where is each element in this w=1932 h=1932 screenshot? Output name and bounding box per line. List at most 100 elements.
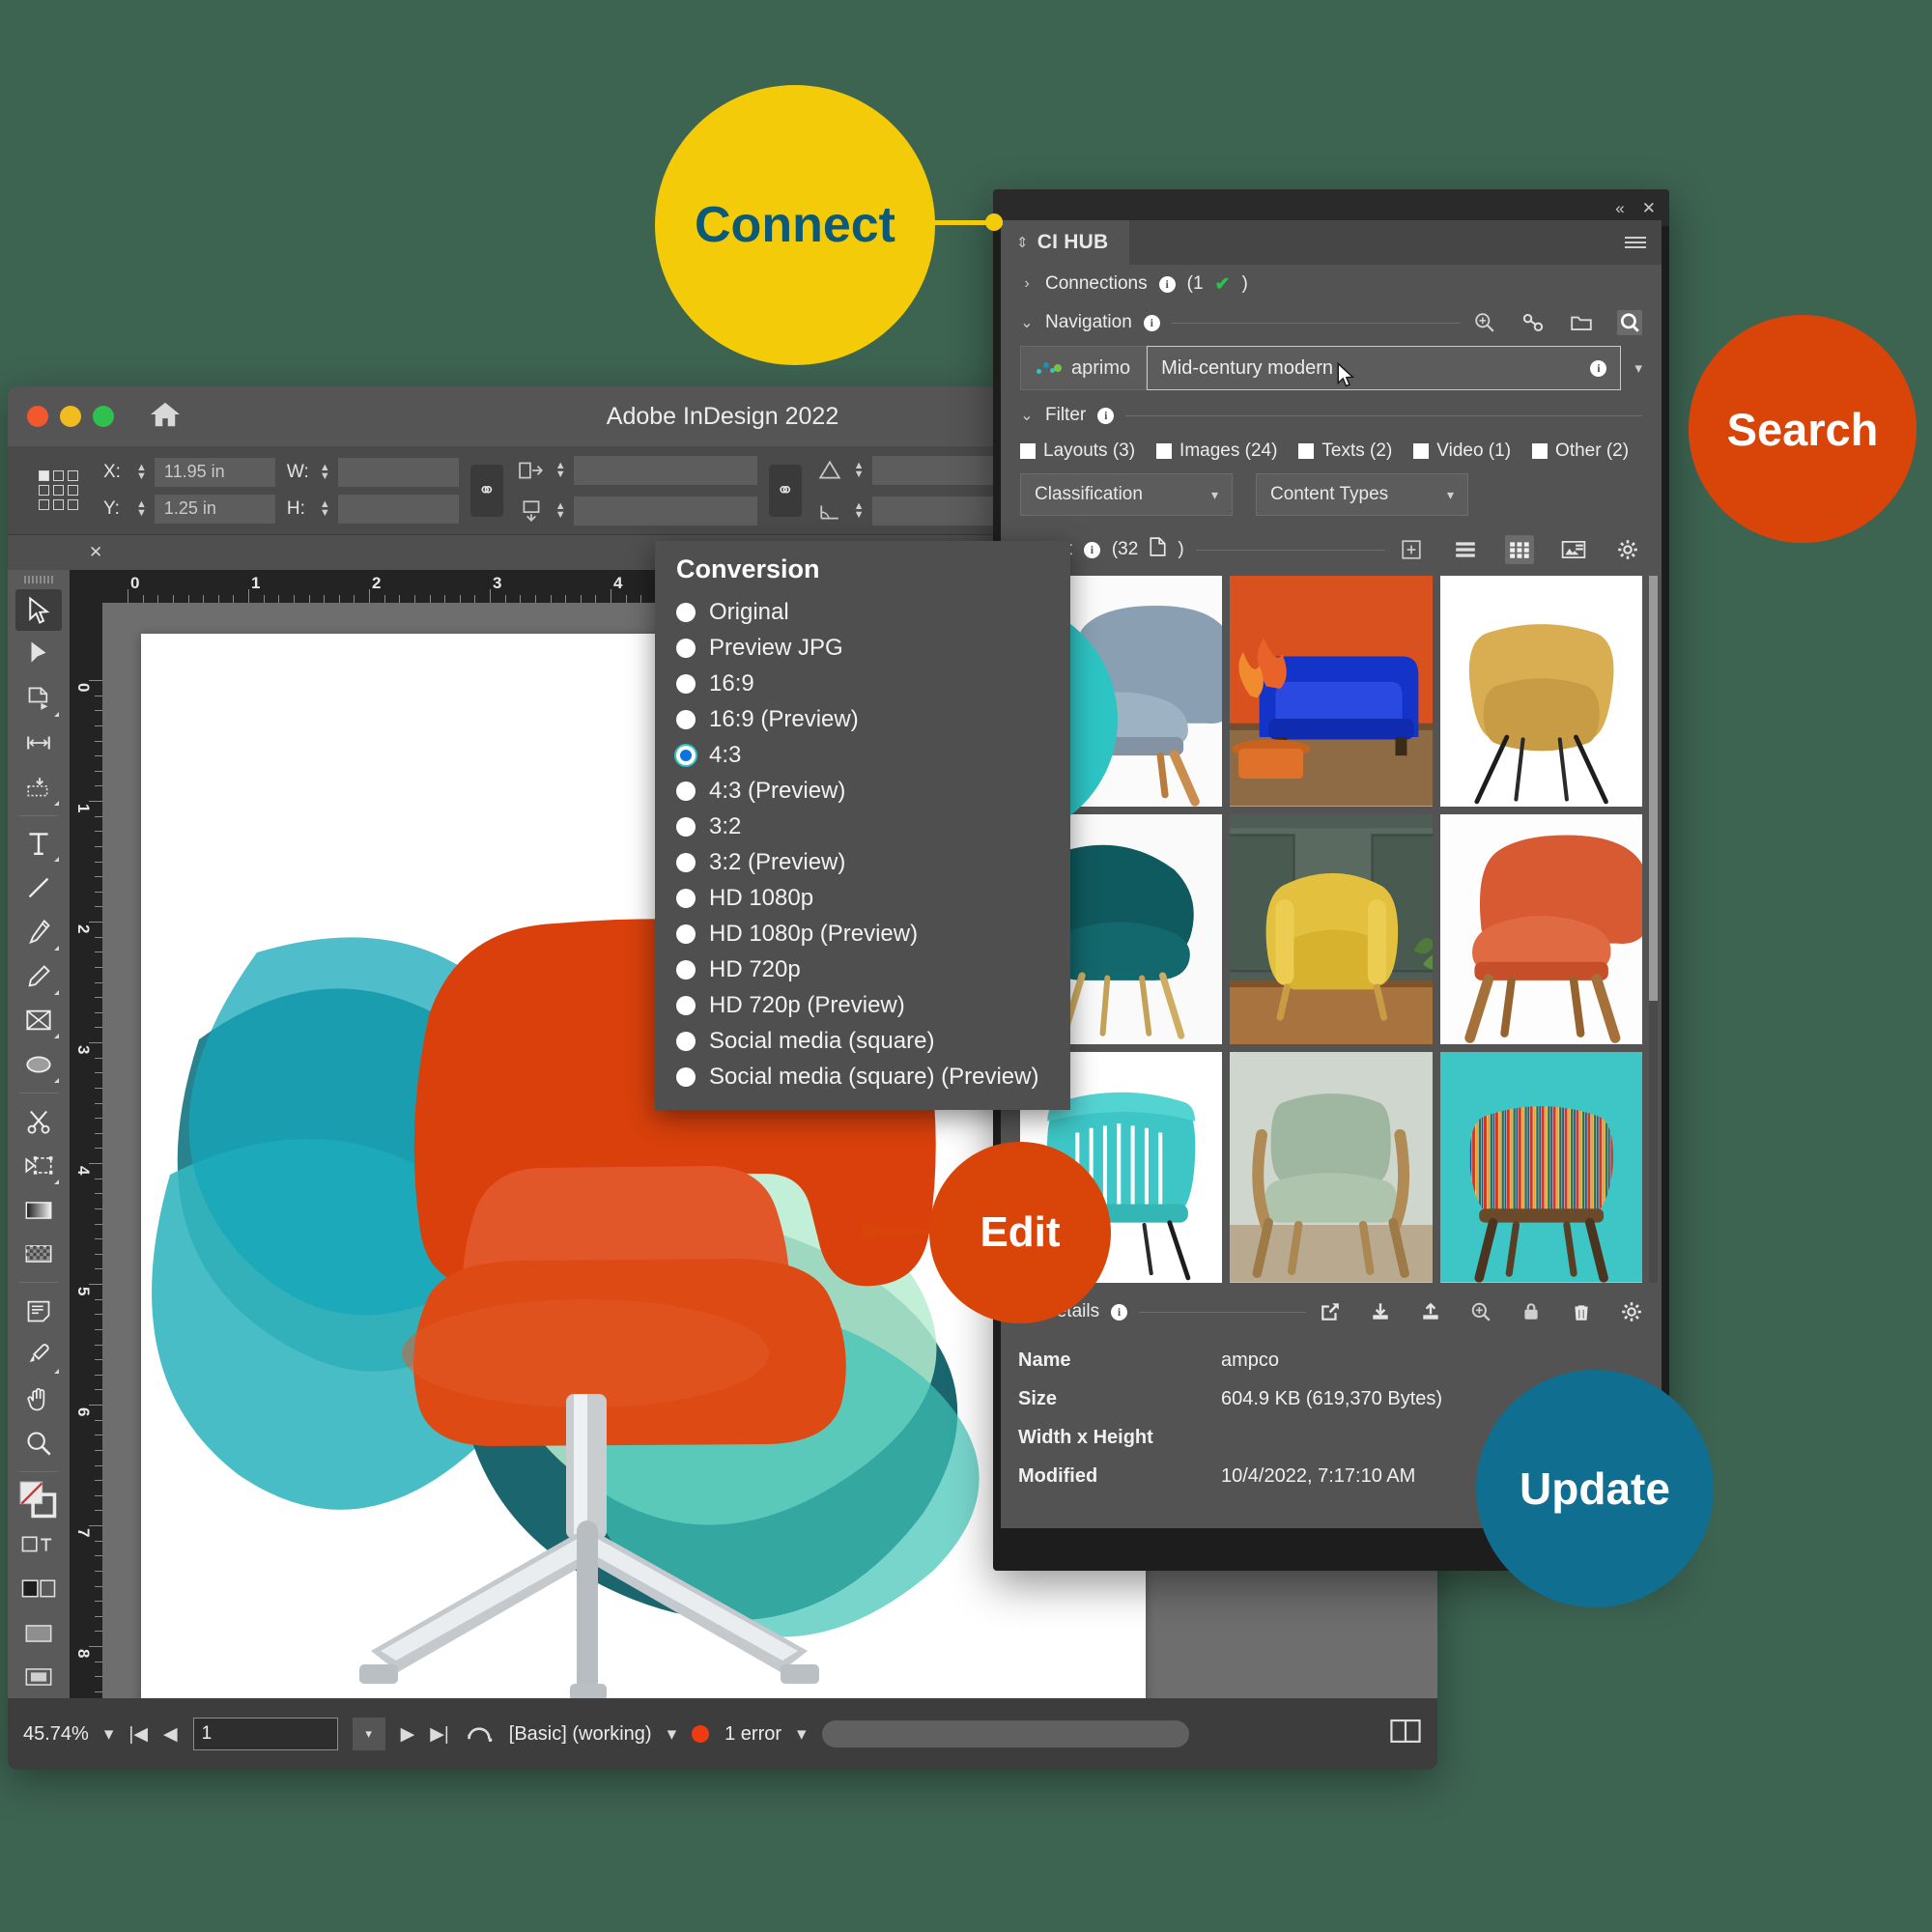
filter-checkbox-layouts[interactable]: Layouts (3)	[1020, 440, 1135, 462]
minimize-button[interactable]	[60, 406, 81, 427]
rectangle-frame-tool[interactable]	[15, 1000, 62, 1042]
x-stepper[interactable]: ▲ ▼	[136, 462, 147, 481]
scrollbar-thumb[interactable]	[1649, 576, 1658, 1001]
list-view-icon[interactable]	[1451, 535, 1480, 564]
radio-icon[interactable]	[676, 816, 696, 837]
checkbox-icon[interactable]	[1413, 443, 1430, 459]
radio-icon[interactable]	[676, 602, 696, 622]
scale-y-input[interactable]	[573, 496, 757, 526]
h-stepper[interactable]: ▲ ▼	[320, 498, 330, 518]
pen-tool[interactable]	[15, 911, 62, 953]
checkbox-icon[interactable]	[1020, 443, 1036, 459]
tool-panel-grip[interactable]	[24, 576, 53, 583]
conversion-option-3-2-preview[interactable]: 3:2 (Preview)	[655, 844, 1070, 880]
next-page-button[interactable]: ▶	[401, 1723, 415, 1746]
screen-mode-normal[interactable]	[15, 1612, 62, 1655]
type-tool[interactable]	[15, 822, 62, 865]
conversion-option-4-3[interactable]: 4:3	[655, 737, 1070, 773]
folder-icon[interactable]	[1569, 310, 1594, 335]
checkbox-icon[interactable]	[1156, 443, 1173, 459]
error-dropdown-caret[interactable]: ▾	[797, 1723, 807, 1746]
chevron-right-icon[interactable]: ›	[1020, 275, 1034, 293]
pencil-tool[interactable]	[15, 955, 62, 998]
card-view-icon[interactable]	[1559, 535, 1588, 564]
radio-icon[interactable]	[676, 923, 696, 944]
radio-icon[interactable]	[676, 995, 696, 1015]
selection-tool[interactable]	[15, 588, 62, 632]
y-input[interactable]: 1.25 in	[154, 494, 275, 524]
radio-icon[interactable]	[676, 709, 696, 729]
conversion-option-16-9[interactable]: 16:9	[655, 666, 1070, 701]
h-input[interactable]	[337, 494, 459, 524]
page-tool[interactable]	[15, 677, 62, 720]
fit-icon[interactable]	[1397, 535, 1426, 564]
conversion-option-preview-jpg[interactable]: Preview JPG	[655, 630, 1070, 666]
scissors-tool[interactable]	[15, 1100, 62, 1143]
info-icon[interactable]: i	[1111, 1303, 1128, 1321]
hand-tool[interactable]	[15, 1378, 62, 1421]
radio-icon[interactable]	[676, 1066, 696, 1087]
section-connections[interactable]: › Connections i (1 ✔ )	[1001, 265, 1662, 303]
ellipse-tool[interactable]	[15, 1043, 62, 1086]
conversion-option-hd-1080p[interactable]: HD 1080p	[655, 880, 1070, 916]
radio-icon[interactable]	[676, 852, 696, 872]
hamburger-menu-icon[interactable]	[1625, 234, 1662, 251]
download-icon[interactable]	[1368, 1299, 1393, 1324]
content-collector-tool[interactable]	[15, 766, 62, 809]
radio-icon[interactable]	[676, 959, 696, 980]
thumbnail-yellow-armchair-interior[interactable]	[1230, 813, 1433, 1045]
vertical-ruler[interactable]: 012345678910	[70, 603, 102, 1698]
preview-mode-icon[interactable]	[15, 1656, 62, 1698]
radio-icon[interactable]	[676, 638, 696, 658]
constrain-proportions-scale-button[interactable]: ⚭	[768, 464, 802, 517]
thumbnail-mint-wooden-armchair[interactable]	[1230, 1052, 1433, 1283]
preflight-profile-caret[interactable]: ▾	[668, 1723, 677, 1746]
thumbnail-mustard-shell-chair[interactable]	[1439, 576, 1642, 807]
info-icon[interactable]: i	[1590, 359, 1607, 377]
connection-source-chip[interactable]: aprimo	[1020, 346, 1148, 390]
radio-icon[interactable]	[676, 1031, 696, 1051]
chevron-down-icon[interactable]: ▾	[1447, 487, 1454, 503]
split-layout-view-icon[interactable]	[1389, 1718, 1422, 1750]
radio-icon[interactable]	[676, 673, 696, 694]
fill-stroke-swatches[interactable]	[15, 1479, 62, 1521]
radio-icon[interactable]	[676, 781, 696, 801]
section-navigation[interactable]: ⌄ Navigation i	[1001, 303, 1662, 342]
conversion-option-hd-720p[interactable]: HD 720p	[655, 952, 1070, 987]
page-number-input[interactable]: 1	[192, 1718, 338, 1750]
conversion-option-hd-720p-preview[interactable]: HD 720p (Preview)	[655, 987, 1070, 1023]
scale-x-input[interactable]	[573, 455, 757, 485]
thumbnail-orange-tub-chair[interactable]	[1439, 813, 1642, 1045]
constrain-proportions-wh-button[interactable]: ⚭	[469, 464, 503, 517]
chevron-down-icon[interactable]: ⌄	[1020, 313, 1034, 332]
note-tool[interactable]	[15, 1290, 62, 1332]
conversion-dropdown-menu[interactable]: Conversion Original Preview JPG 16:9 16:…	[655, 541, 1070, 1110]
collapse-icon[interactable]: «	[1615, 200, 1624, 216]
close-button[interactable]	[27, 406, 48, 427]
open-external-icon[interactable]	[1318, 1299, 1343, 1324]
maximize-button[interactable]	[93, 406, 114, 427]
content-types-select[interactable]: Content Types ▾	[1256, 473, 1468, 516]
free-transform-tool[interactable]	[15, 1145, 62, 1187]
info-icon[interactable]: i	[1097, 407, 1115, 424]
shear-stepper[interactable]: ▲ ▼	[854, 460, 865, 479]
zoom-dropdown-caret[interactable]: ▾	[104, 1723, 114, 1746]
preview-zoom-icon[interactable]	[1468, 1299, 1493, 1324]
filter-checkbox-video[interactable]: Video (1)	[1413, 440, 1511, 462]
line-tool[interactable]	[15, 867, 62, 909]
conversion-option-16-9-preview[interactable]: 16:9 (Preview)	[655, 701, 1070, 737]
radio-icon-selected[interactable]	[676, 745, 696, 765]
scale-y-stepper[interactable]: ▲ ▼	[555, 500, 566, 520]
gap-tool[interactable]	[15, 722, 62, 764]
checkbox-icon[interactable]	[1532, 443, 1548, 459]
tab-ci-hub[interactable]: ⇕ CI HUB	[1001, 220, 1130, 265]
close-document-tab-icon[interactable]: ✕	[89, 543, 102, 562]
gradient-feather-tool[interactable]	[15, 1233, 62, 1275]
search-history-caret[interactable]: ▾	[1621, 359, 1642, 377]
conversion-option-original[interactable]: Original	[655, 594, 1070, 630]
filter-checkbox-images[interactable]: Images (24)	[1156, 440, 1277, 462]
info-icon[interactable]: i	[1083, 541, 1100, 558]
home-icon[interactable]	[149, 400, 182, 434]
x-input[interactable]: 11.95 in	[154, 457, 275, 487]
y-stepper[interactable]: ▲ ▼	[136, 498, 147, 518]
